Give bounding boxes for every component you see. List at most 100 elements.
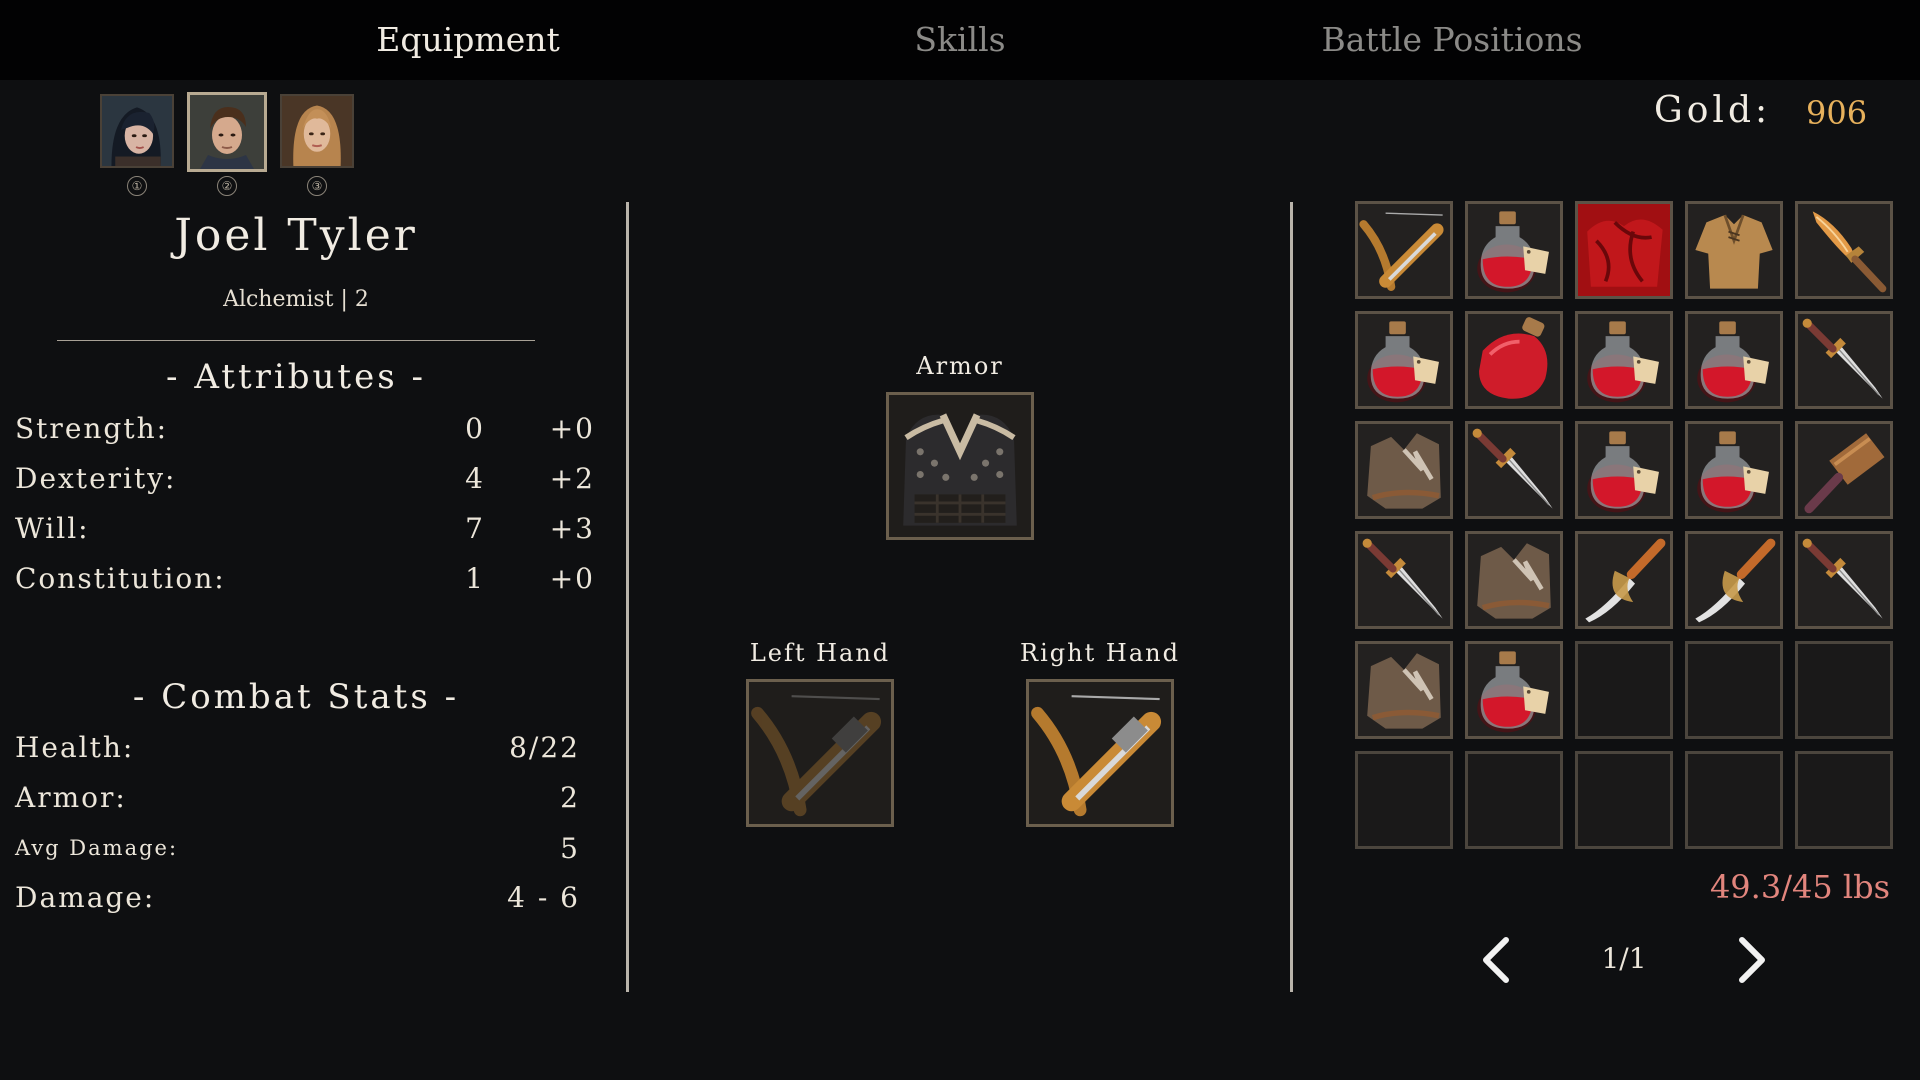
armor-slot[interactable] [886,392,1034,540]
inventory-slot[interactable] [1465,421,1563,519]
inventory-slot-empty[interactable] [1795,641,1893,739]
inventory-slot[interactable] [1795,531,1893,629]
inventory-slot[interactable] [1795,201,1893,299]
party-member-1-portrait[interactable] [100,94,174,168]
combat-label: Avg Damage: [15,836,179,860]
combat-label: Armor: [15,781,127,814]
attribute-base: 1 [465,562,485,595]
attribute-label: Dexterity: [15,462,177,495]
left-hand-slot-label: Left Hand [749,639,891,667]
leather-shirt-icon [1688,204,1780,296]
panel-divider-left [626,202,629,992]
inventory-slot[interactable] [1575,201,1673,299]
inventory-slot[interactable] [1355,311,1453,409]
inventory-slot-empty[interactable] [1685,751,1783,849]
inventory-slot[interactable] [1685,311,1783,409]
chevron-left-icon [1483,937,1509,983]
attribute-label: Strength: [15,412,169,445]
inventory-slot[interactable] [1685,421,1783,519]
character-name: Joel Tyler [174,210,418,261]
attribute-row-will: Will: 7 +3 [15,512,593,552]
inventory-slot[interactable] [1355,201,1453,299]
attribute-bonus: +3 [549,512,595,545]
tab-equipment[interactable]: Equipment [268,0,668,80]
attribute-bonus: +0 [549,412,595,445]
inventory-slot[interactable] [1355,421,1453,519]
inventory-slot[interactable] [1685,201,1783,299]
inventory-slot[interactable] [1355,531,1453,629]
curved-sword-icon [1578,534,1670,626]
inventory-slot[interactable] [1685,531,1783,629]
inventory-slot[interactable] [1795,421,1893,519]
combat-row-armor: Armor: 2 [15,781,578,821]
crossbow-faded-icon [749,682,891,824]
attribute-row-dexterity: Dexterity: 4 +2 [15,462,593,502]
red-cloth-icon [1578,204,1670,296]
tab-skills[interactable]: Skills [760,0,1160,80]
attribute-label: Will: [15,512,90,545]
inventory-slot-empty[interactable] [1575,751,1673,849]
chevron-right-icon [1739,937,1765,983]
health-potion-icon [1578,424,1670,516]
combat-row-avg-damage: Avg Damage: 5 [15,832,578,876]
combat-value: 5 [560,832,580,865]
tab-battle-positions[interactable]: Battle Positions [1252,0,1652,80]
inventory-slot-empty[interactable] [1465,751,1563,849]
inventory-slot-empty[interactable] [1575,641,1673,739]
inventory-slot[interactable] [1465,531,1563,629]
combat-value: 8/22 [509,731,580,764]
page-indicator: 1/1 [1601,942,1647,975]
inventory-slot[interactable] [1355,641,1453,739]
crossbow-icon [1029,682,1171,824]
blonde-woman-portrait-icon [282,96,352,166]
inventory-slot[interactable] [1465,641,1563,739]
right-hand-slot[interactable] [1026,679,1174,827]
combat-value: 2 [560,781,580,814]
party-member-2-number: ② [217,176,237,196]
left-hand-slot[interactable] [746,679,894,827]
dagger-icon [1798,314,1890,406]
next-page-button[interactable] [1720,930,1780,990]
attribute-bonus: +2 [549,462,595,495]
gold-amount: 906 [1806,94,1868,132]
attribute-base: 4 [465,462,485,495]
attribute-base: 0 [465,412,485,445]
health-potion-icon [1468,644,1560,736]
inventory-slot[interactable] [1575,421,1673,519]
inventory-slot[interactable] [1795,311,1893,409]
combat-row-health: Health: 8/22 [15,731,578,771]
curved-sword-icon [1688,534,1780,626]
combat-label: Damage: [15,881,156,914]
health-potion-icon [1688,424,1780,516]
crossbow-icon [1358,204,1450,296]
torn-leather-vest-icon [1358,424,1450,516]
health-potion-icon [1688,314,1780,406]
previous-page-button[interactable] [1468,930,1528,990]
inventory-slot-empty[interactable] [1685,641,1783,739]
attribute-row-constitution: Constitution: 1 +0 [15,562,593,602]
party-member-2-portrait[interactable] [187,92,267,172]
torn-leather-vest-icon [1358,644,1450,736]
inventory-slot[interactable] [1465,311,1563,409]
party-member-3-number: ③ [307,176,327,196]
health-potion-icon [1578,314,1670,406]
inventory-slot[interactable] [1465,201,1563,299]
gold-label: Gold: [1654,90,1772,131]
right-hand-slot-label: Right Hand [1020,639,1180,667]
health-potion-icon [1468,204,1560,296]
inventory-slot-empty[interactable] [1795,751,1893,849]
panel-divider-right [1290,202,1293,992]
inventory-slot[interactable] [1575,531,1673,629]
combat-row-damage: Damage: 4 - 6 [15,881,578,921]
leather-armor-icon [889,395,1031,537]
torn-leather-vest-icon [1468,534,1560,626]
inventory-slot[interactable] [1575,311,1673,409]
party-member-1-number: ① [127,176,147,196]
party-member-3-portrait[interactable] [280,94,354,168]
dagger-icon [1468,424,1560,516]
attributes-title: - Attributes - [166,357,426,397]
top-tab-bar: Equipment Skills Battle Positions [0,0,1920,80]
attribute-row-strength: Strength: 0 +0 [15,412,593,452]
armor-slot-label: Armor [916,352,1004,380]
inventory-slot-empty[interactable] [1355,751,1453,849]
